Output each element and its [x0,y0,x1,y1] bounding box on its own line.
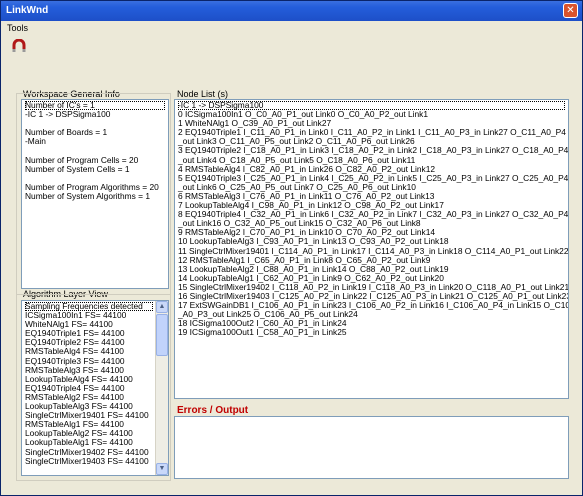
link-window: LinkWnd ✕ Tools Workspace General Info N… [0,0,583,496]
magnet-icon[interactable] [11,39,27,53]
close-button[interactable]: ✕ [563,3,578,18]
errors-output-box[interactable] [174,416,569,479]
workspace-info-box[interactable]: Number of IC's = 1 -IC 1 -> DSPSigma100 Nu… [21,99,169,289]
node-list-box[interactable]: -IC 1 -> DSPSigma100 0 ICSigma100In1 O_C0… [174,99,569,399]
workspace-line: -Main [25,136,46,147]
workspace-line: Number of System Algorithms = 1 [25,190,150,201]
workspace-line: -IC 1 -> DSPSigma100 [25,109,111,120]
errors-output-label: Errors / Output [177,405,249,416]
title-bar[interactable]: LinkWnd ✕ [1,1,582,21]
algorithm-scrollbar[interactable]: ▲ ▼ [155,301,168,475]
node-list-label: Node List (s) [177,89,229,99]
menu-tools[interactable]: Tools [7,23,28,33]
window-title: LinkWnd [6,5,49,16]
list-item[interactable]: SingleCtrlMixer19403 FS= 44100 [25,456,153,466]
scroll-down-icon[interactable]: ▼ [156,463,168,475]
scroll-up-icon[interactable]: ▲ [156,301,168,313]
close-icon: ✕ [566,5,575,16]
algorithm-list[interactable]: Sampling Frequencies detected ICSigma100I… [21,300,169,476]
node-line: 19 ICSigma100Out1 I_C58_A0_P1_in Link25 [178,327,347,338]
workspace-line: Number of System Cells = 1 [25,163,130,174]
menu-bar: Tools [1,21,582,36]
scroll-thumb[interactable] [156,314,168,356]
workspace-line: Number of Boards = 1 [25,127,108,138]
